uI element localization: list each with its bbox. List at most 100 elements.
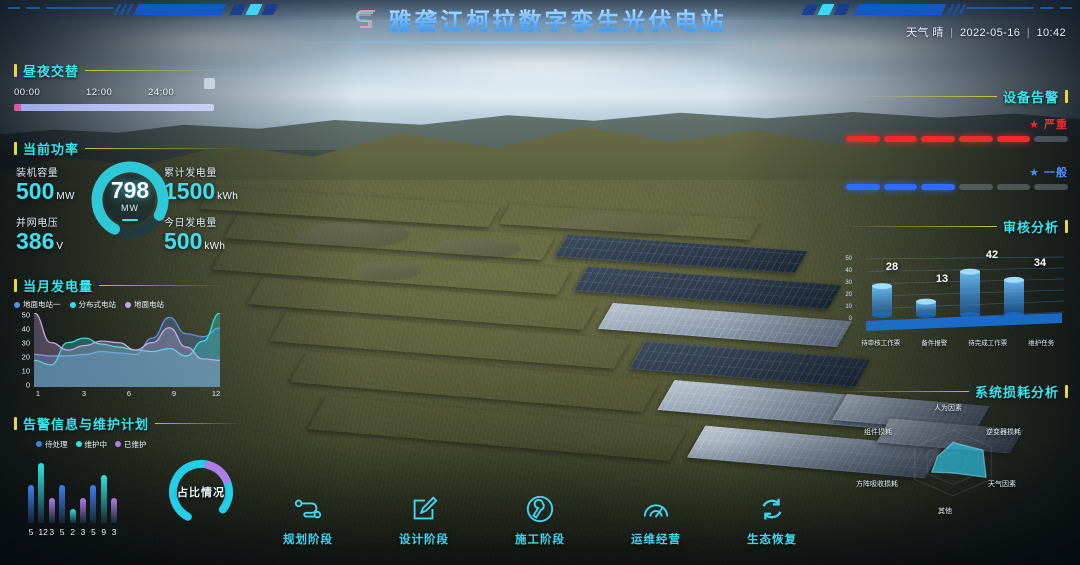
recycle-icon <box>762 498 782 520</box>
y-tick: 50 <box>845 256 852 262</box>
segment <box>883 136 918 142</box>
alarm-level-severe: ★ 严重 <box>846 116 1069 142</box>
legend-item-1: 分布式电站 <box>69 299 116 310</box>
title-accent-bar <box>1065 219 1068 233</box>
stat-unit: kWh <box>204 241 226 252</box>
wrench-icon <box>526 495 554 523</box>
y-axis-ticks: 50 40 30 20 10 0 <box>14 311 30 390</box>
x-tick: 维护任务 <box>1028 340 1055 347</box>
general-label-row: ★ 一般 <box>846 164 1068 180</box>
radar-label-5: 组件损耗 <box>864 429 892 436</box>
y-tick: 40 <box>845 268 852 274</box>
y-tick: 0 <box>25 380 30 390</box>
audit-analysis-panel: 审核分析 50 40 30 20 10 0 28 13 42 34 待审核工作票… <box>840 218 1068 347</box>
segment <box>996 136 1031 142</box>
nav-item-operations[interactable]: 运维经营 <box>617 494 695 547</box>
audit-analysis-header: 审核分析 <box>840 218 1068 235</box>
gauge-icon <box>643 504 669 518</box>
nav-label: 运维经营 <box>631 534 681 546</box>
day-night-slider[interactable] <box>14 78 215 111</box>
stat-cumulative-generation: 累计发电量 1500 kWh <box>164 164 238 203</box>
title-rule <box>85 69 224 71</box>
y-tick: 20 <box>21 352 30 362</box>
title-accent-bar <box>1065 89 1068 103</box>
audit-value-0: 28 <box>885 261 899 273</box>
y-tick: 40 <box>21 324 30 334</box>
nav-label: 规划阶段 <box>283 534 333 546</box>
day-night-title: 昼夜交替 <box>23 63 80 79</box>
stat-today-generation: 今日发电量 500 kWh <box>164 214 225 253</box>
title-rule <box>99 284 226 286</box>
severe-segments <box>846 136 1069 142</box>
segment <box>921 136 956 142</box>
stat-unit: MW <box>56 191 75 202</box>
legend-item-pending: 待处理 <box>36 439 68 450</box>
nav-item-design[interactable]: 设计阶段 <box>385 494 463 547</box>
y-tick: 10 <box>21 366 30 376</box>
audit-value-3: 34 <box>1033 257 1047 269</box>
page-title: 雅砻江柯拉数字孪生光伏电站 <box>389 2 727 36</box>
weather-label: 天气 <box>906 27 929 39</box>
legend-item-2: 地面电站 <box>125 299 164 310</box>
x-tick: 备件报警 <box>921 340 948 347</box>
audit-analysis-chart: 50 40 30 20 10 0 28 13 42 34 待审核工作票 备件报警… <box>840 239 1068 347</box>
alarm-maintenance-header: 告警信息与维护计划 <box>14 415 244 432</box>
radar-label-4: 方阵吸收损耗 <box>856 481 898 488</box>
x-tick: 1 <box>35 389 41 398</box>
gauge-underline <box>122 218 138 222</box>
y-tick: 20 <box>845 292 852 298</box>
star-icon: ★ <box>1029 118 1040 131</box>
gauge-readout: 798 MW <box>88 158 172 242</box>
audit-value-2: 42 <box>985 249 999 261</box>
nav-label: 施工阶段 <box>515 534 565 546</box>
radar-label-0: 人为因素 <box>934 405 962 412</box>
power-gauge: 798 MW <box>88 158 172 242</box>
app-header: 雅砻江柯拉数字孪生光伏电站 天气 晴 | 2022-05-16 | 10:42 <box>0 0 1080 46</box>
stat-label: 并网电压 <box>16 218 59 229</box>
cloud <box>180 78 880 112</box>
segment <box>883 184 918 190</box>
title-accent-bar <box>14 416 17 430</box>
segment <box>959 184 993 190</box>
stat-label: 累计发电量 <box>164 168 217 179</box>
gauge-value: 798 <box>110 176 150 203</box>
nav-item-construction[interactable]: 施工阶段 <box>501 494 579 547</box>
system-loss-header: 系统损耗分析 <box>838 383 1068 400</box>
legend-item-done: 已维护 <box>115 439 147 450</box>
current-power-panel: 当前功率 装机容量 500 MW 并网电压 386 V 累计发电量 1500 kWh … <box>14 140 244 260</box>
date-separator: | <box>1026 27 1030 39</box>
legend-item-0: 地面电站一 <box>14 299 61 310</box>
severe-label: 严重 <box>1044 119 1068 131</box>
general-segments <box>846 184 1069 190</box>
nav-item-planning[interactable]: 规划阶段 <box>269 494 347 547</box>
nav-label: 生态恢复 <box>747 534 797 546</box>
tick-2400: 24:00 <box>148 87 175 98</box>
title-rule <box>840 225 997 227</box>
slider-handle[interactable] <box>204 78 215 89</box>
monthly-generation-legend: 地面电站一 分布式电站 地面电站 <box>14 299 226 310</box>
monthly-generation-panel: 当月发电量 地面电站一 分布式电站 地面电站 50 40 30 20 10 0 … <box>14 277 226 398</box>
segment <box>921 184 956 190</box>
y-tick: 30 <box>845 280 852 286</box>
stat-unit: kWh <box>217 191 239 202</box>
x-tick: 待完成工作票 <box>968 340 1008 347</box>
title-rule <box>85 147 244 149</box>
weather-status: 天气 晴 | 2022-05-16 | 10:42 <box>906 24 1066 40</box>
nav-item-ecology[interactable]: 生态恢复 <box>733 494 811 547</box>
title-accent-bar <box>14 63 17 77</box>
stat-unit: V <box>56 241 64 252</box>
alarm-maintenance-title: 告警信息与维护计划 <box>23 416 150 432</box>
title-accent-bar <box>14 278 17 292</box>
stat-installed-capacity: 装机容量 500 MW <box>16 164 75 203</box>
monthly-generation-header: 当月发电量 <box>14 277 226 294</box>
tick-0000: 00:00 <box>14 87 41 98</box>
current-date: 2022-05-16 <box>959 27 1021 39</box>
current-power-body: 装机容量 500 MW 并网电压 386 V 累计发电量 1500 kWh 今日发电量… <box>14 161 244 260</box>
stage-navigation: 规划阶段 设计阶段 施工阶段 运维经营 生态恢复 <box>0 494 1080 547</box>
alarm-level-general: ★ 一般 <box>846 164 1069 190</box>
audit-analysis-title: 审核分析 <box>1002 219 1059 235</box>
weather-value: 晴 <box>932 27 944 39</box>
title-accent-bar <box>14 141 17 155</box>
edit-square-icon <box>413 496 438 520</box>
cube-logo-icon <box>355 10 375 28</box>
